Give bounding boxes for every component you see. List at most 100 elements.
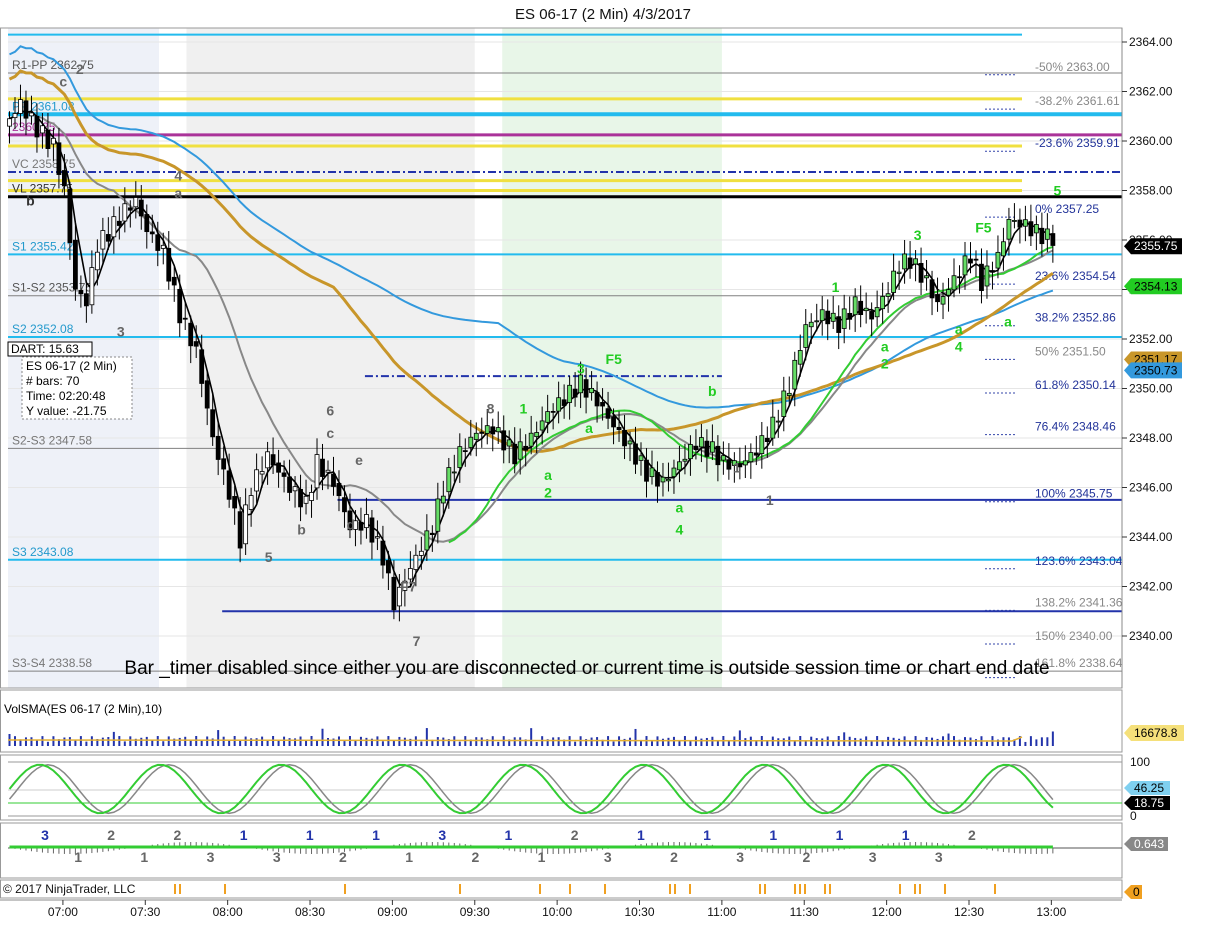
macd-label: 1 (405, 849, 413, 865)
candle-body (23, 100, 29, 119)
candle-body (34, 115, 40, 138)
candle-body (797, 350, 803, 365)
candle-body (753, 452, 759, 456)
candle-body (655, 472, 660, 487)
candle-body (210, 409, 216, 438)
macd-label: 1 (637, 827, 645, 843)
pivot-level-label: S3 2343.08 (12, 545, 74, 559)
stoch-marker-label: 18.75 (1134, 796, 1164, 810)
candle-body (501, 430, 507, 451)
fib-level-label: 100% 2345.75 (1035, 487, 1113, 501)
y-tick-label: 2362.00 (1129, 85, 1173, 99)
wave-label: F5 (975, 220, 992, 236)
x-tick-label: 07:00 (48, 905, 78, 919)
candle-body (204, 380, 210, 409)
candle-body (78, 290, 84, 295)
candle-body (29, 112, 34, 117)
candle-body (89, 267, 95, 306)
candle-body (666, 478, 671, 482)
candle-body (413, 554, 419, 570)
time-axis[interactable]: 07:00 07:30 08:00 08:30 09:00 09:30 10:00 10:30… (0, 899, 1122, 919)
candle-body (232, 496, 238, 509)
stoch-tick: 0 (1130, 809, 1137, 823)
info-box-line: # bars: 70 (26, 374, 80, 388)
volume-panel: VolSMA(ES 06-17 (2 Min),10) 16678.8 (0, 689, 1184, 753)
candle-body (495, 427, 501, 433)
candle-body (440, 495, 446, 504)
candle-body (237, 511, 243, 549)
macd-label: 1 (703, 827, 711, 843)
candle-body (748, 452, 754, 463)
x-tick-label: 08:30 (295, 905, 325, 919)
candle-body (386, 560, 391, 574)
stoch-slow-line (8, 763, 1054, 815)
candle-body (45, 129, 51, 149)
candle-body (896, 271, 902, 274)
wave-label: 1 (519, 400, 527, 416)
info-box-line: Y value: -21.75 (26, 404, 107, 418)
macd-panel-frame (0, 822, 1123, 879)
candle-body (358, 521, 364, 531)
macd-label: 3 (438, 827, 446, 843)
candle-body (506, 439, 512, 447)
candle-body (18, 99, 23, 114)
wave-label: 4 (174, 168, 182, 184)
candle-body (852, 296, 858, 316)
candle-body (67, 188, 73, 243)
candle-body (682, 458, 688, 462)
candle-body (144, 214, 150, 233)
wave-label: a (881, 338, 889, 354)
y-tick-label: 2358.00 (1129, 184, 1173, 198)
candle-body (149, 231, 155, 235)
candle-body (627, 440, 633, 445)
candle-body (226, 470, 232, 500)
candle-body (990, 270, 995, 273)
y-tick-label: 2352.00 (1129, 332, 1173, 346)
candle-body (127, 207, 133, 211)
candle-body (924, 275, 929, 279)
candle-body (984, 265, 990, 287)
wave-label: 5 (1053, 182, 1061, 198)
candle-body (830, 312, 836, 322)
candle-body (199, 349, 205, 384)
candle-body (314, 454, 320, 489)
candle-body (380, 540, 386, 566)
candle-body (885, 293, 891, 297)
candle-body (863, 307, 869, 312)
y-tick-label: 2340.00 (1129, 629, 1173, 643)
candle-body (819, 309, 825, 322)
x-tick-label: 10:30 (624, 905, 654, 919)
candle-body (1039, 227, 1045, 245)
candle-body (1001, 241, 1006, 257)
macd-label: 3 (935, 849, 943, 865)
wave-label: 3 (117, 324, 125, 340)
candle-body (7, 118, 12, 127)
trading-chart: ES 06-17 (2 Min) 4/3/2017 R1-PP 2362.75P… (0, 6, 1184, 919)
fib-level-label: 61.8% 2350.14 (1035, 378, 1116, 392)
candle-body (693, 445, 699, 451)
macd-label: 2 (802, 849, 810, 865)
candle-body (468, 436, 474, 448)
info-box-line: ES 06-17 (2 Min) (26, 359, 117, 373)
candle-body (847, 312, 853, 320)
candle-body (545, 411, 551, 423)
fib-level-label: 123.6% 2343.04 (1035, 554, 1123, 568)
candle-body (699, 437, 704, 448)
wave-label: a (955, 321, 963, 337)
candle-body (775, 420, 781, 423)
fib-level-label: -50% 2363.00 (1035, 60, 1110, 74)
candle-body (105, 234, 111, 242)
wave-label: 6 (326, 403, 334, 419)
candle-body (111, 216, 117, 238)
candle-body (808, 321, 814, 328)
bar-timer-message: Bar _timer disabled since either you are… (124, 658, 1049, 679)
wave-label: b (708, 383, 717, 399)
candle-body (957, 276, 962, 279)
candle-body (407, 568, 413, 580)
candle-body (72, 239, 78, 290)
stoch-marker-label: 46.25 (1134, 781, 1164, 795)
wave-label: 1 (766, 492, 774, 508)
candle-body (424, 530, 430, 551)
candle-body (94, 251, 100, 271)
candle-body (913, 258, 918, 265)
